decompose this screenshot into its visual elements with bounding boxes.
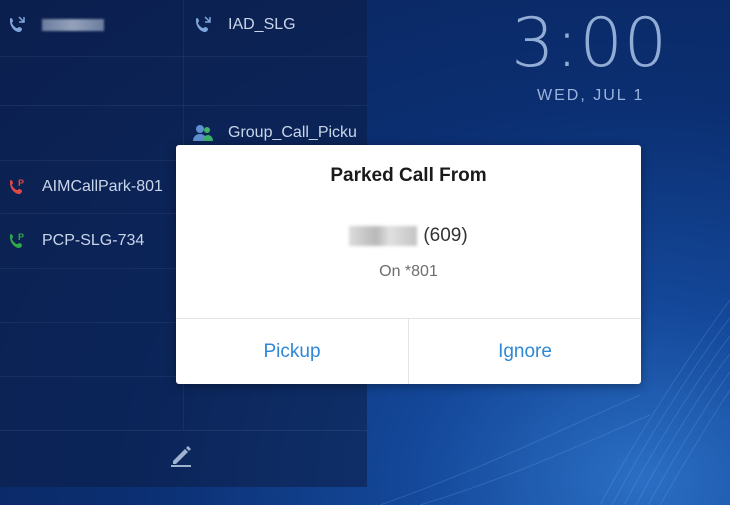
parked-on-text: On *801 [379,263,438,280]
caller-number: (609) [423,225,468,246]
pickup-button[interactable]: Pickup [176,319,408,384]
redacted-contact-name [42,19,104,31]
blf-call-icon [6,14,28,36]
edit-pencil-icon[interactable] [168,442,194,468]
line-key-3[interactable]: Group_Call_Picku [192,122,357,144]
group-contact-icon [192,122,214,144]
ignore-button[interactable]: Ignore [408,319,641,384]
caller-info: (609) [176,225,641,247]
svg-text:P: P [18,178,24,188]
blf-call-icon [192,14,214,36]
clock-time: 3:00 [511,4,668,83]
parked-call-green-icon: P [6,230,28,252]
line-key-1[interactable] [6,14,104,36]
line-key-label: IAD_SLG [228,16,296,33]
line-key-label: PCP-SLG-734 [42,232,145,249]
svg-text:P: P [18,232,24,242]
line-key-label: Group_Call_Picku [228,124,357,141]
line-key-2[interactable]: IAD_SLG [192,14,296,36]
parked-call-dialog: Parked Call From (609) On *801 Pickup Ig… [176,145,641,384]
dialog-buttons: Pickup Ignore [176,318,641,384]
parked-call-red-icon: P [6,176,28,198]
line-key-5[interactable]: P PCP-SLG-734 [6,230,144,252]
redacted-caller-name [349,226,418,246]
dialog-title: Parked Call From [330,165,487,186]
line-key-label: AIMCallPark-801 [42,178,163,195]
clock-date: WED, JUL 1 [537,87,645,104]
line-key-4[interactable]: P AIMCallPark-801 [6,176,163,198]
